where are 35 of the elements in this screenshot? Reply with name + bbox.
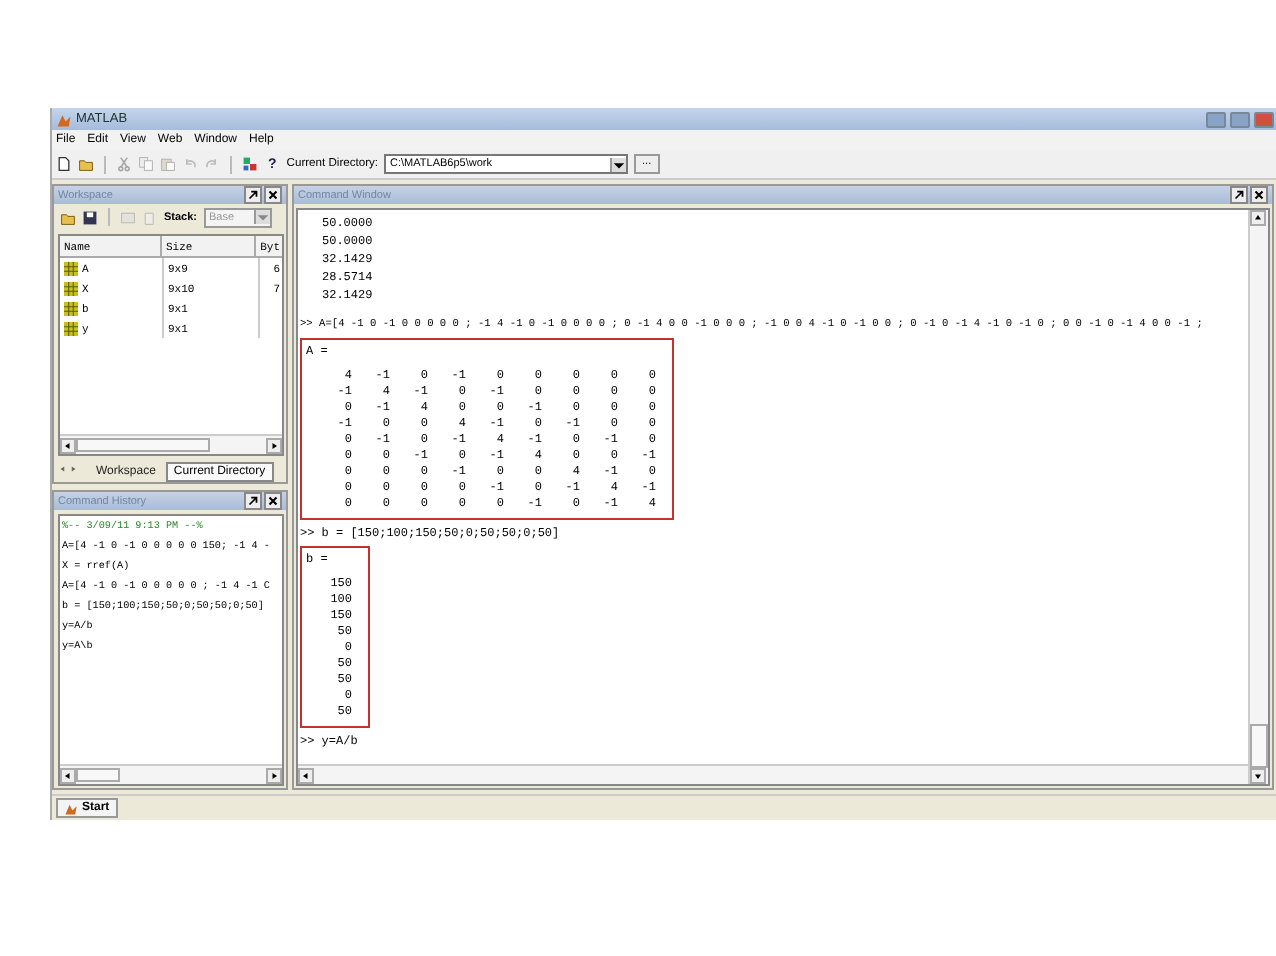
open-folder-icon[interactable]: [78, 156, 94, 172]
undock-icon[interactable]: [1230, 186, 1248, 204]
scroll-thumb[interactable]: [1250, 724, 1268, 768]
tab-scroll-arrows-icon[interactable]: [58, 464, 78, 474]
new-file-icon[interactable]: [56, 156, 72, 172]
scroll-right-icon[interactable]: [266, 437, 282, 453]
vertical-scrollbar[interactable]: [1248, 210, 1268, 784]
close-icon[interactable]: [1250, 186, 1268, 204]
blocks-icon[interactable]: [242, 156, 258, 172]
scroll-right-icon[interactable]: [266, 767, 282, 783]
scroll-left-icon[interactable]: [60, 437, 76, 453]
open-folder-icon[interactable]: [60, 209, 76, 225]
horizontal-scrollbar[interactable]: [60, 764, 282, 784]
scroll-down-icon[interactable]: [1250, 768, 1266, 784]
restore-button[interactable]: [1230, 111, 1250, 127]
scroll-left-icon[interactable]: [298, 767, 314, 783]
undock-icon[interactable]: [244, 492, 262, 510]
matrix-icon: [64, 261, 78, 275]
close-icon[interactable]: [264, 492, 282, 510]
dropdown-arrow-icon[interactable]: [610, 157, 627, 171]
scroll-thumb[interactable]: [76, 768, 121, 782]
scroll-up-icon[interactable]: [1250, 210, 1266, 226]
minimize-button[interactable]: [1206, 111, 1226, 127]
matrix-icon: [64, 281, 78, 295]
save-icon[interactable]: [82, 209, 98, 225]
close-icon[interactable]: [264, 186, 282, 204]
horizontal-scrollbar[interactable]: [298, 764, 1248, 784]
scroll-thumb[interactable]: [76, 438, 210, 452]
close-button[interactable]: [1254, 111, 1274, 127]
matrix-icon: [64, 301, 78, 315]
scroll-left-icon[interactable]: [60, 767, 76, 783]
undock-icon[interactable]: [244, 186, 262, 204]
matrix-icon: [64, 321, 78, 335]
app-logo-icon: [64, 801, 78, 815]
horizontal-scrollbar[interactable]: [60, 434, 282, 454]
